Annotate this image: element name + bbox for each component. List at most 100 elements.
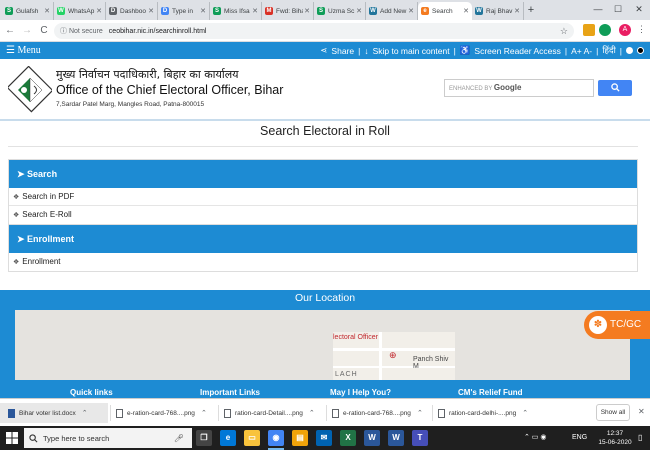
microphone-icon[interactable]: 🎤︎ xyxy=(174,434,184,443)
hindi-language-link[interactable]: हिंदी xyxy=(602,45,615,56)
browser-tab[interactable]: W WhatsAp ✕ xyxy=(54,2,106,20)
not-secure-indicator[interactable]: ⓘ Not secure xyxy=(60,26,103,36)
windows-start-icon[interactable] xyxy=(6,432,18,444)
chevron-up-icon[interactable]: ⌃ xyxy=(82,409,88,417)
image-file-icon xyxy=(332,408,339,418)
image-file-icon xyxy=(438,408,445,418)
back-button[interactable]: ← xyxy=(3,25,17,36)
browser-tab-label: Search xyxy=(432,7,453,15)
tab-close-icon[interactable]: ✕ xyxy=(252,7,258,15)
url-text: ceobihar.nic.in/searchinroll.html xyxy=(108,27,207,35)
tab-close-icon[interactable]: ✕ xyxy=(304,7,310,15)
help-heading[interactable]: May I Help You? xyxy=(330,388,391,397)
mail-icon[interactable]: ✉ xyxy=(316,430,332,446)
window-close-button[interactable]: ✕ xyxy=(629,0,649,18)
tab-close-icon[interactable]: ✕ xyxy=(514,7,520,15)
browser-tab[interactable]: D Dashboo ✕ xyxy=(106,2,158,20)
downloads-close-icon[interactable]: ✕ xyxy=(638,407,645,416)
download-item[interactable]: Bihar voter list.docx ⌃ xyxy=(0,403,108,423)
contrast-light-button[interactable] xyxy=(626,47,633,54)
browser-tab-label: Raj Bhav xyxy=(486,7,513,15)
system-tray-icons[interactable]: ⌃ ▭ ◉ xyxy=(524,426,546,450)
tab-close-icon[interactable]: ✕ xyxy=(200,7,206,15)
tab-close-icon[interactable]: ✕ xyxy=(463,7,469,15)
show-all-downloads-button[interactable]: Show all xyxy=(596,404,630,421)
notification-icon[interactable]: ▯ xyxy=(638,426,642,450)
files-icon[interactable]: ▤ xyxy=(292,430,308,446)
download-item[interactable]: e-ration-card-768....png ⌃ xyxy=(332,405,423,421)
browser-tab[interactable]: e Search ✕ xyxy=(418,2,472,20)
bookmark-star-icon[interactable]: ☆ xyxy=(560,26,568,37)
search-e-roll-link[interactable]: ❖ Search E-Roll xyxy=(9,206,637,224)
search-panel-heading[interactable]: ➤ Search xyxy=(9,160,637,188)
tab-close-icon[interactable]: ✕ xyxy=(148,7,154,15)
minimize-button[interactable]: — xyxy=(588,0,608,18)
chrome-icon[interactable]: ◉ xyxy=(268,430,284,450)
browser-tab[interactable]: S Gulafsh ✕ xyxy=(2,2,54,20)
browser-tab-label: WhatsAp xyxy=(68,7,95,15)
screen-reader-link[interactable]: Screen Reader Access xyxy=(474,46,560,56)
chevron-up-icon[interactable]: ⌃ xyxy=(522,409,528,417)
grammarly-icon[interactable] xyxy=(599,24,611,36)
browser-tab-label: Add New xyxy=(380,7,407,15)
contrast-dark-button[interactable] xyxy=(637,47,644,54)
taskbar-search-placeholder: Type here to search xyxy=(43,433,110,443)
location-map[interactable]: lectoral Officer ⊕ Panch Shiv M LACH xyxy=(15,310,630,380)
forward-button[interactable]: → xyxy=(20,25,34,36)
office-address: 7,Sardar Patel Marg, Mangles Road, Patna… xyxy=(56,101,205,108)
extension-icon[interactable] xyxy=(583,24,595,36)
important-links-heading[interactable]: Important Links xyxy=(200,388,260,397)
excel-icon[interactable]: X xyxy=(340,430,356,446)
site-search-button[interactable] xyxy=(598,80,632,96)
map-tile[interactable]: lectoral Officer ⊕ Panch Shiv M LACH xyxy=(333,332,455,380)
browser-tab[interactable]: S Miss Ifsa ✕ xyxy=(210,2,262,20)
edge-icon[interactable]: e xyxy=(220,430,236,446)
search-in-pdf-link[interactable]: ❖ Search in PDF xyxy=(9,188,637,206)
font-size-controls[interactable]: A+ A- xyxy=(571,46,592,56)
tcgc-button[interactable]: ✽ TC/GC xyxy=(584,311,650,339)
browser-tab[interactable]: W Raj Bhav ✕ xyxy=(472,2,524,20)
download-item[interactable]: e-ration-card-768....png ⌃ xyxy=(116,405,207,421)
map-pin-icon[interactable]: ⊕ xyxy=(389,350,397,361)
browser-tab[interactable]: D Type in ✕ xyxy=(158,2,210,20)
reload-button[interactable]: C xyxy=(37,25,51,36)
download-item[interactable]: ration-card-Detail....png ⌃ xyxy=(224,405,315,421)
search-panel: ➤ Search ❖ Search in PDF ❖ Search E-Roll xyxy=(8,159,638,225)
chevron-up-icon[interactable]: ⌃ xyxy=(417,409,423,417)
browser-tab[interactable]: W Add New ✕ xyxy=(366,2,418,20)
skip-to-main-link[interactable]: Skip to main content xyxy=(373,46,450,56)
chevron-up-icon[interactable]: ⌃ xyxy=(309,409,315,417)
download-separator xyxy=(326,405,327,421)
tab-close-icon[interactable]: ✕ xyxy=(44,7,50,15)
new-tab-button[interactable]: + xyxy=(524,2,538,20)
cm-relief-fund-heading[interactable]: CM's Relief Fund xyxy=(458,388,523,397)
url-bar[interactable]: ⓘ Not secure ceobihar.nic.in/searchinrol… xyxy=(54,23,574,39)
language-indicator[interactable]: ENG xyxy=(572,426,587,450)
taskbar-search-input[interactable]: Type here to search 🎤︎ xyxy=(24,428,192,448)
word-icon[interactable]: W xyxy=(364,430,380,446)
maximize-button[interactable]: ☐ xyxy=(608,0,628,18)
file-explorer-icon[interactable]: ▭ xyxy=(244,430,260,446)
tab-close-icon[interactable]: ✕ xyxy=(408,7,414,15)
teams-icon[interactable]: T xyxy=(412,430,428,446)
download-item[interactable]: ration-card-delhi-....png ⌃ xyxy=(438,405,528,421)
office-hindi-title: मुख्य निर्वाचन पदाधिकारी, बिहार का कार्य… xyxy=(56,68,239,81)
tab-close-icon[interactable]: ✕ xyxy=(96,7,102,15)
enrollment-panel-heading[interactable]: ➤ Enrollment xyxy=(9,225,637,253)
quick-links-heading[interactable]: Quick links xyxy=(70,388,113,397)
chrome-menu-icon[interactable]: ⋮ xyxy=(637,24,646,35)
tab-close-icon[interactable]: ✕ xyxy=(356,7,362,15)
browser-tab[interactable]: S Uzma Sc ✕ xyxy=(314,2,366,20)
chevron-up-icon[interactable]: ⌃ xyxy=(201,409,207,417)
menu-button[interactable]: ☰ Menu xyxy=(6,45,41,56)
site-search-input[interactable]: ENHANCED BY Google xyxy=(444,79,594,97)
word-icon-2[interactable]: W xyxy=(388,430,404,446)
share-link[interactable]: Share xyxy=(331,46,354,56)
site-header: मुख्य निर्वाचन पदाधिकारी, बिहार का कार्य… xyxy=(0,59,650,121)
enrollment-link[interactable]: ❖ Enrollment xyxy=(9,253,637,271)
taskbar-clock[interactable]: 12:37 15-06-2020 xyxy=(596,429,634,447)
task-view-icon[interactable]: ❐ xyxy=(196,430,212,446)
eci-icon: e xyxy=(421,7,429,15)
profile-avatar[interactable]: A xyxy=(619,24,631,36)
browser-tab[interactable]: M Fwd: Biha ✕ xyxy=(262,2,314,20)
